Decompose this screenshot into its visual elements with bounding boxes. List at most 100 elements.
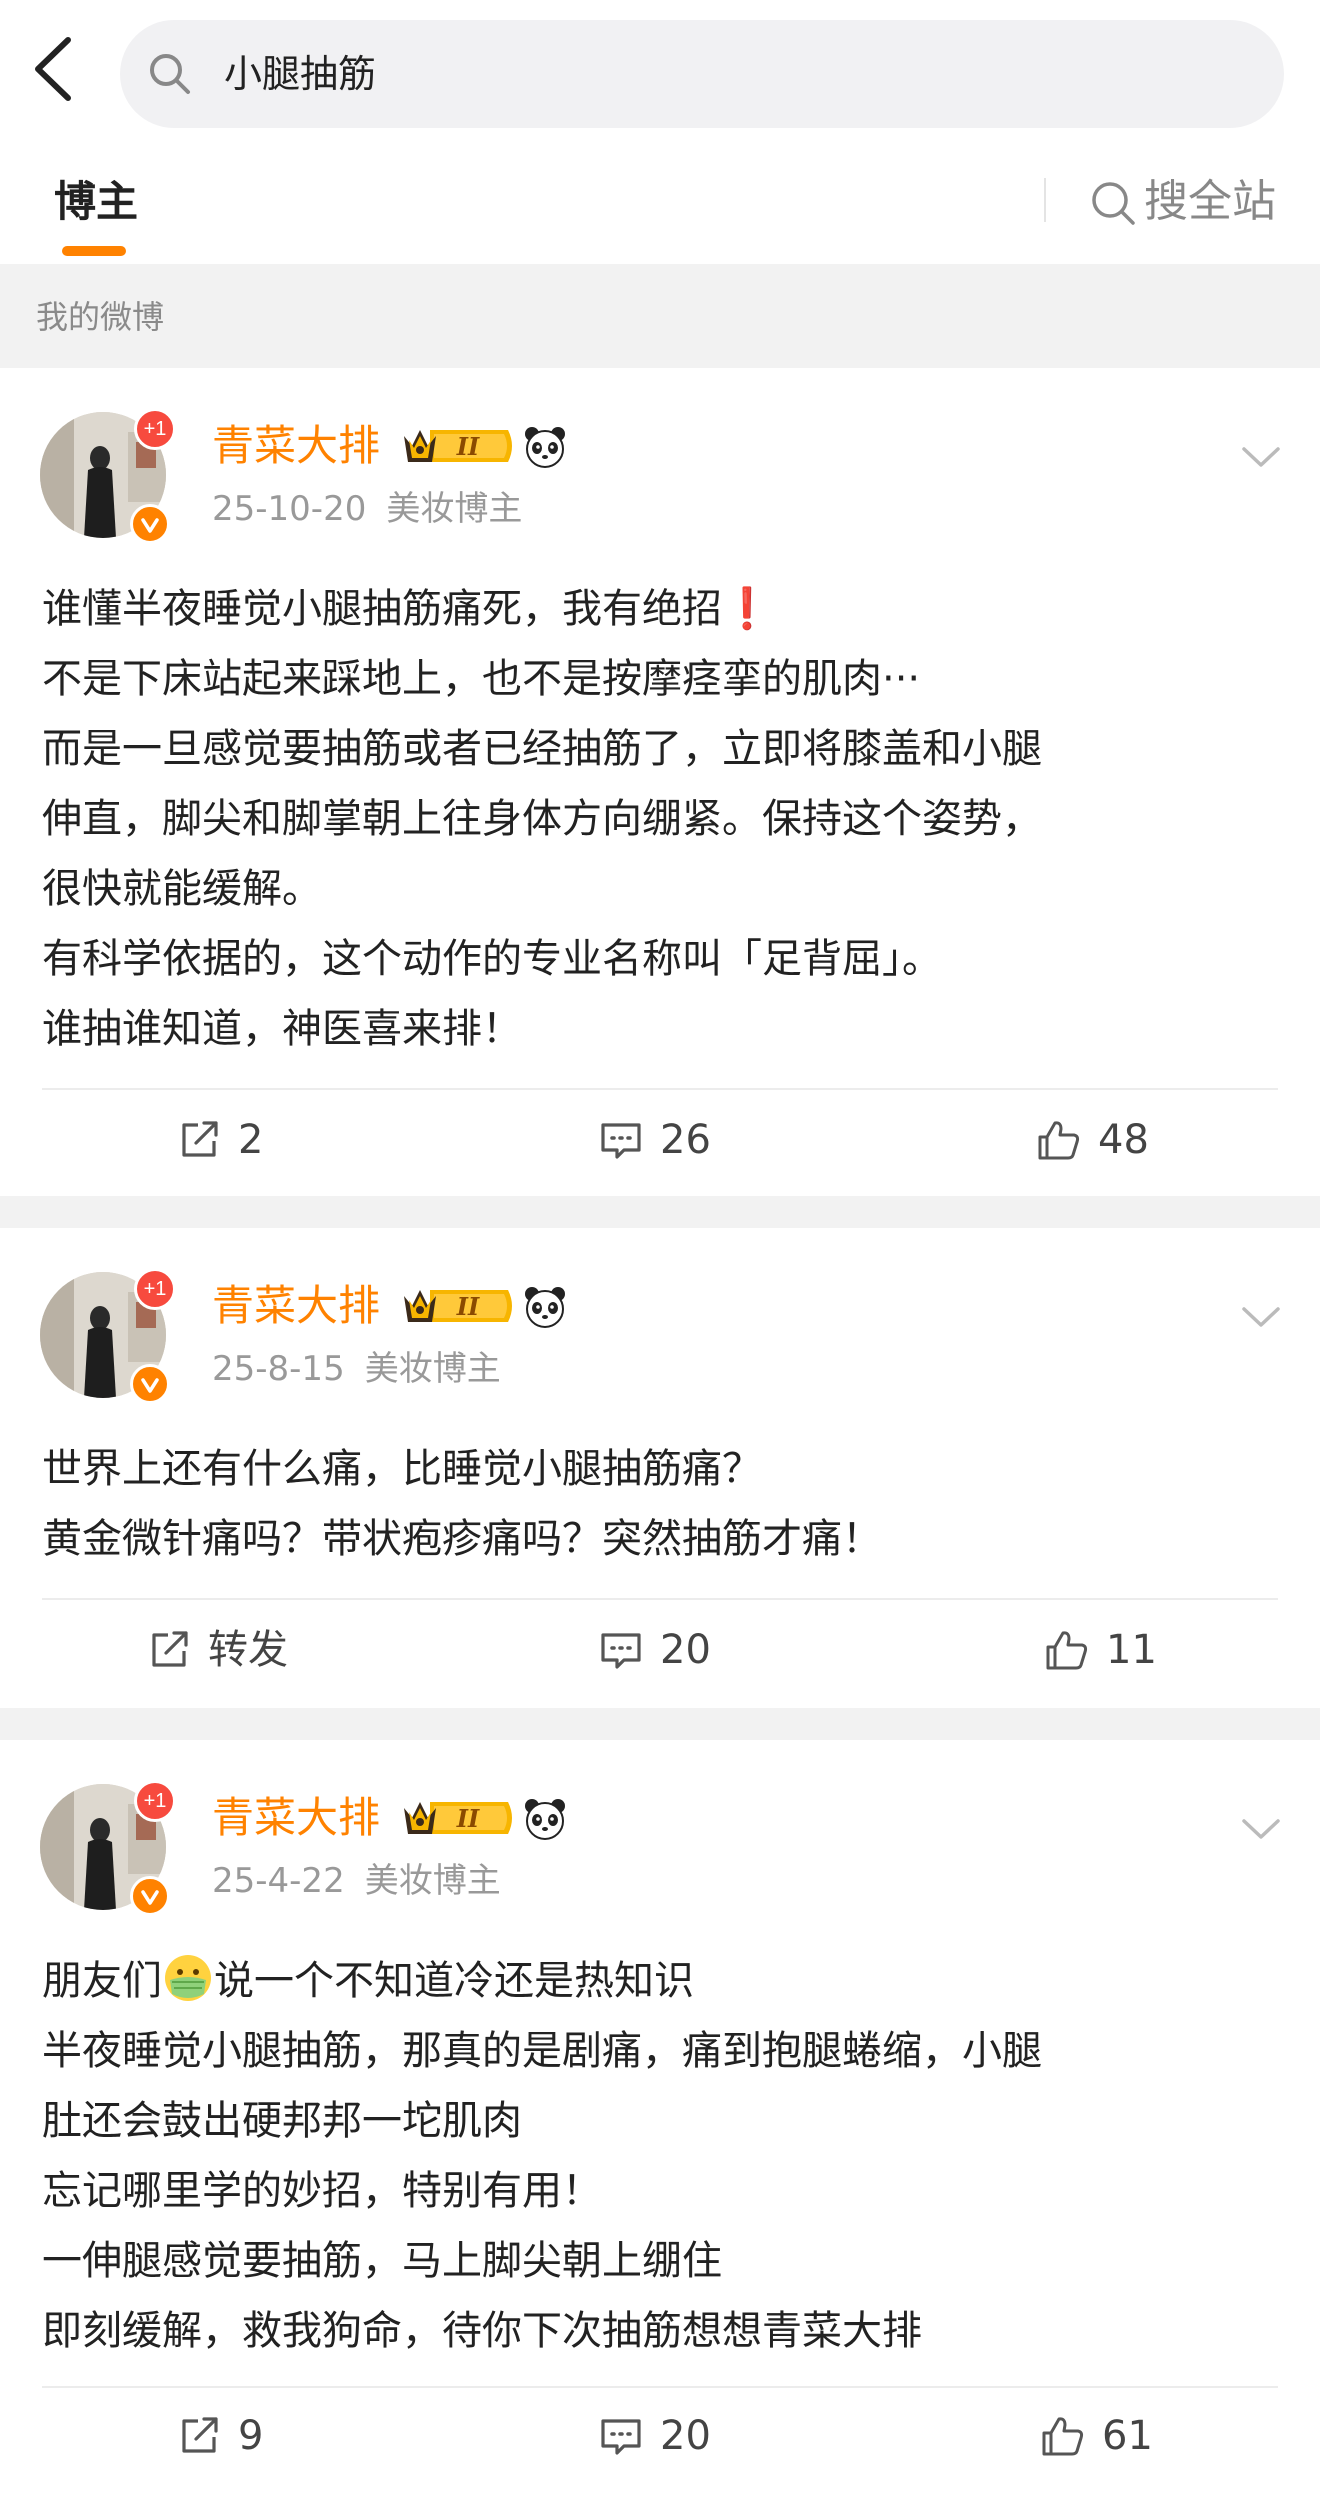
svg-text:II: II <box>456 1292 480 1321</box>
back-button[interactable] <box>28 34 78 104</box>
like-button[interactable]: 11 <box>1044 1620 1157 1680</box>
divider <box>42 1088 1278 1090</box>
section-label: 我的微博 <box>36 298 165 336</box>
search-input[interactable]: 小腿抽筋 <box>120 20 1284 128</box>
tab-bloggers[interactable]: 博主 <box>54 174 138 230</box>
post-line: 肚还会鼓出硬邦邦一坨肌肉 <box>42 2098 522 2144</box>
svg-text:II: II <box>456 1804 480 1833</box>
post-line: 半夜睡觉小腿抽筋，那真的是剧痛，痛到抱腿蜷缩，小腿 <box>42 2028 1042 2074</box>
post-line-start: 朋友们 <box>42 1958 162 2004</box>
comment-button[interactable]: 20 <box>598 2406 711 2466</box>
post-date: 25-4-22 <box>212 1861 345 1901</box>
vip-crown-icon: II <box>404 1290 512 1322</box>
comment-count: 20 <box>660 1627 711 1673</box>
post-meta: 25-4-22 美妆博主 <box>212 1858 501 1904</box>
post-line: 世界上还有什么痛，比睡觉小腿抽筋痛？ <box>42 1446 762 1492</box>
repost-icon <box>152 1631 188 1667</box>
chevron-left-icon <box>35 37 71 101</box>
chevron-down-icon[interactable] <box>1240 1304 1282 1330</box>
tab-divider <box>1044 178 1046 222</box>
author-tag: 美妆博主 <box>364 1861 501 1901</box>
panda-icon <box>525 427 565 468</box>
post-line: 忘记哪里学的妙招，特别有用！ <box>42 2168 602 2214</box>
post-line-end: 说一个不知道冷还是热知识 <box>214 1958 694 2004</box>
comment-count: 26 <box>660 1117 711 1163</box>
comment-icon <box>601 1123 641 1159</box>
repost-icon <box>182 2417 218 2453</box>
post-text: 世界上还有什么痛，比睡觉小腿抽筋痛？ 黄金微针痛吗？带状疱疹痛吗？突然抽筋才痛！ <box>42 1434 1282 1574</box>
post-line: 很快就能缓解。 <box>42 866 322 912</box>
panda-icon <box>525 1287 565 1328</box>
post-card[interactable]: +1 青菜大排 II 25-4-22 美妆博主 朋友们 说一个不知道冷还是热知识 半… <box>0 1740 1320 2494</box>
svg-text:II: II <box>456 432 480 461</box>
comment-icon <box>601 2419 641 2455</box>
repost-button[interactable]: 转发 <box>146 1620 288 1680</box>
verified-icon <box>130 1876 170 1916</box>
post-date: 25-8-15 <box>212 1349 345 1389</box>
post-separator <box>0 1708 1320 1740</box>
author-name[interactable]: 青菜大排 <box>212 1278 380 1334</box>
thumbs-up-icon <box>1038 1121 1080 1160</box>
comment-button[interactable]: 20 <box>598 1620 711 1680</box>
post-meta: 25-8-15 美妆博主 <box>212 1346 501 1392</box>
repost-button[interactable]: 9 <box>176 2406 263 2466</box>
chevron-down-icon[interactable] <box>1240 1816 1282 1842</box>
masked-face-emoji-icon <box>165 1955 211 2001</box>
author-tag: 美妆博主 <box>364 1349 501 1389</box>
post-line: 伸直，脚尖和脚掌朝上往身体方向绷紧。保持这个姿势， <box>42 796 1042 842</box>
notification-badge: +1 <box>134 1780 176 1822</box>
top-bar: 小腿抽筋 <box>0 0 1320 148</box>
author-tag: 美妆博主 <box>386 489 523 529</box>
repost-count: 9 <box>238 2413 264 2459</box>
like-button[interactable]: 61 <box>1040 2406 1153 2466</box>
tab-bar: 博主 搜全站 <box>0 148 1320 264</box>
post-line: 黄金微针痛吗？带状疱疹痛吗？突然抽筋才痛！ <box>42 1516 882 1562</box>
post-meta: 25-10-20 美妆博主 <box>212 486 522 532</box>
verified-icon <box>130 504 170 544</box>
chevron-down-icon[interactable] <box>1240 444 1282 470</box>
post-text: 谁懂半夜睡觉小腿抽筋痛死，我有绝招❗️ 不是下床站起来踩地上，也不是按摩痉挛的肌… <box>42 574 1282 1064</box>
post-line: 一伸腿感觉要抽筋，马上脚尖朝上绷住 <box>42 2238 722 2284</box>
author-name[interactable]: 青菜大排 <box>212 418 380 474</box>
post-card[interactable]: +1 青菜大排 II 25-10-20 美妆博主 谁懂半夜睡觉小腿抽筋痛死，我有绝… <box>0 368 1320 1196</box>
post-line: 有科学依据的，这个动作的专业名称叫「足背屈」。 <box>42 936 942 982</box>
post-line: 即刻缓解，救我狗命，待你下次抽筋想想青菜大排 <box>42 2308 922 2354</box>
author-name[interactable]: 青菜大排 <box>212 1790 380 1846</box>
divider <box>42 1598 1278 1600</box>
repost-icon <box>182 1121 218 1157</box>
search-all-site-label: 搜全站 <box>1144 176 1276 227</box>
post-line: 不是下床站起来踩地上，也不是按摩痉挛的肌肉··· <box>42 656 921 702</box>
repost-button[interactable]: 2 <box>176 1110 263 1170</box>
search-icon <box>1092 182 1135 225</box>
post-date: 25-10-20 <box>212 489 367 529</box>
post-line: 谁懂半夜睡觉小腿抽筋痛死，我有绝招❗️ <box>42 586 772 632</box>
thumbs-up-icon <box>1046 1631 1088 1670</box>
thumbs-up-icon <box>1042 2417 1084 2456</box>
comment-button[interactable]: 26 <box>598 1110 711 1170</box>
notification-badge: +1 <box>134 408 176 450</box>
post-card[interactable]: +1 青菜大排 II 25-8-15 美妆博主 世界上还有什么痛，比睡觉小腿抽筋痛… <box>0 1228 1320 1708</box>
post-separator <box>0 1196 1320 1228</box>
like-count: 61 <box>1102 2413 1153 2459</box>
vip-crown-icon: II <box>404 1802 512 1834</box>
notification-badge: +1 <box>134 1268 176 1310</box>
like-count: 48 <box>1098 1117 1149 1163</box>
section-header: 我的微博 <box>0 264 1320 368</box>
tab-active-indicator <box>62 246 126 256</box>
comment-icon <box>601 1633 641 1669</box>
post-line: 朋友们 说一个不知道冷还是热知识 <box>42 1946 1282 2016</box>
repost-count: 2 <box>238 1117 264 1163</box>
like-button[interactable]: 48 <box>1036 1110 1149 1170</box>
comment-count: 20 <box>660 2413 711 2459</box>
post-text: 朋友们 说一个不知道冷还是热知识 半夜睡觉小腿抽筋，那真的是剧痛，痛到抱腿蜷缩，小… <box>42 1946 1282 2366</box>
repost-label: 转发 <box>208 1627 288 1673</box>
panda-icon <box>525 1799 565 1840</box>
verified-icon <box>130 1364 170 1404</box>
post-line: 谁抽谁知道，神医喜来排！ <box>42 1006 522 1052</box>
like-count: 11 <box>1106 1627 1157 1673</box>
post-line: 而是一旦感觉要抽筋或者已经抽筋了，立即将膝盖和小腿 <box>42 726 1042 772</box>
divider <box>42 2386 1278 2388</box>
search-icon <box>150 54 190 94</box>
vip-crown-icon: II <box>404 430 512 462</box>
search-query: 小腿抽筋 <box>224 52 377 96</box>
